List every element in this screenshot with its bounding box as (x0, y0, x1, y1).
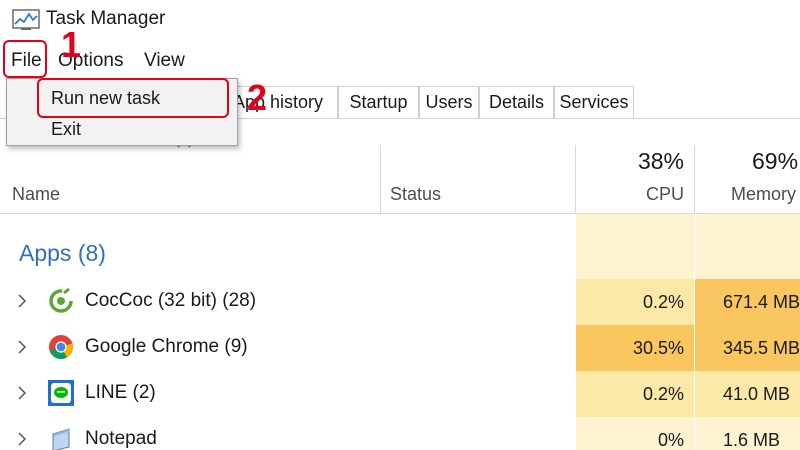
chevron-right-icon[interactable] (16, 293, 28, 309)
menu-item-exit[interactable]: Exit (51, 119, 81, 140)
column-separator[interactable] (694, 145, 695, 213)
chevron-right-icon[interactable] (16, 339, 28, 355)
annotation-step-2: 2 (247, 77, 268, 118)
column-header-status[interactable]: Status (390, 184, 441, 205)
tab-app-history[interactable]: App history (228, 86, 338, 118)
line-icon (48, 380, 74, 406)
process-name: Google Chrome (9) (85, 336, 248, 357)
process-memory: 671.4 MB (695, 279, 800, 325)
process-cpu: 30.5% (576, 325, 694, 371)
table-row[interactable]: Google Chrome (9) 30.5% 345.5 MB (0, 325, 800, 371)
table-row[interactable]: Notepad 0% 1.6 MB (0, 417, 800, 450)
notepad-icon (52, 428, 70, 450)
column-header-memory[interactable]: Memory (731, 184, 796, 205)
process-memory: 41.0 MB (695, 371, 800, 417)
chevron-right-icon[interactable] (16, 385, 28, 401)
process-name: LINE (2) (85, 382, 156, 403)
process-cpu: 0% (576, 417, 694, 450)
task-manager-icon (12, 9, 40, 30)
cpu-total-percent: 38% (637, 148, 684, 174)
memory-total-percent: 69% (752, 148, 799, 174)
chrome-icon (49, 335, 73, 359)
menu-view[interactable]: View (144, 50, 185, 72)
annotation-highlight-run-new-task (37, 78, 229, 118)
process-memory: 1.6 MB (695, 417, 800, 450)
menu-bar: File Options View (0, 42, 800, 80)
annotation-highlight-file (3, 40, 47, 78)
column-header-cpu[interactable]: CPU (576, 184, 684, 205)
process-cpu: 0.2% (576, 371, 694, 417)
chevron-right-icon[interactable] (16, 431, 28, 447)
group-header-apps: Apps (8) (19, 240, 106, 266)
table-row[interactable]: LINE (2) 0.2% 41.0 MB (0, 371, 800, 417)
title-bar: Task Manager (0, 0, 800, 42)
table-row[interactable]: CocCoc (32 bit) (28) 0.2% 671.4 MB (0, 279, 800, 325)
annotation-step-1: 1 (61, 24, 82, 65)
process-name: Notepad (85, 428, 157, 449)
column-header-name[interactable]: Name (12, 184, 60, 205)
header-divider (0, 213, 800, 214)
tab-services[interactable]: Services (554, 86, 634, 118)
process-cpu: 0.2% (576, 279, 694, 325)
coccoc-icon (49, 288, 73, 313)
column-separator[interactable] (380, 145, 381, 213)
tab-users[interactable]: Users (419, 86, 479, 118)
process-memory: 345.5 MB (695, 325, 800, 371)
process-name: CocCoc (32 bit) (28) (85, 290, 257, 311)
tab-details[interactable]: Details (479, 86, 554, 118)
tab-startup[interactable]: Startup (338, 86, 419, 118)
